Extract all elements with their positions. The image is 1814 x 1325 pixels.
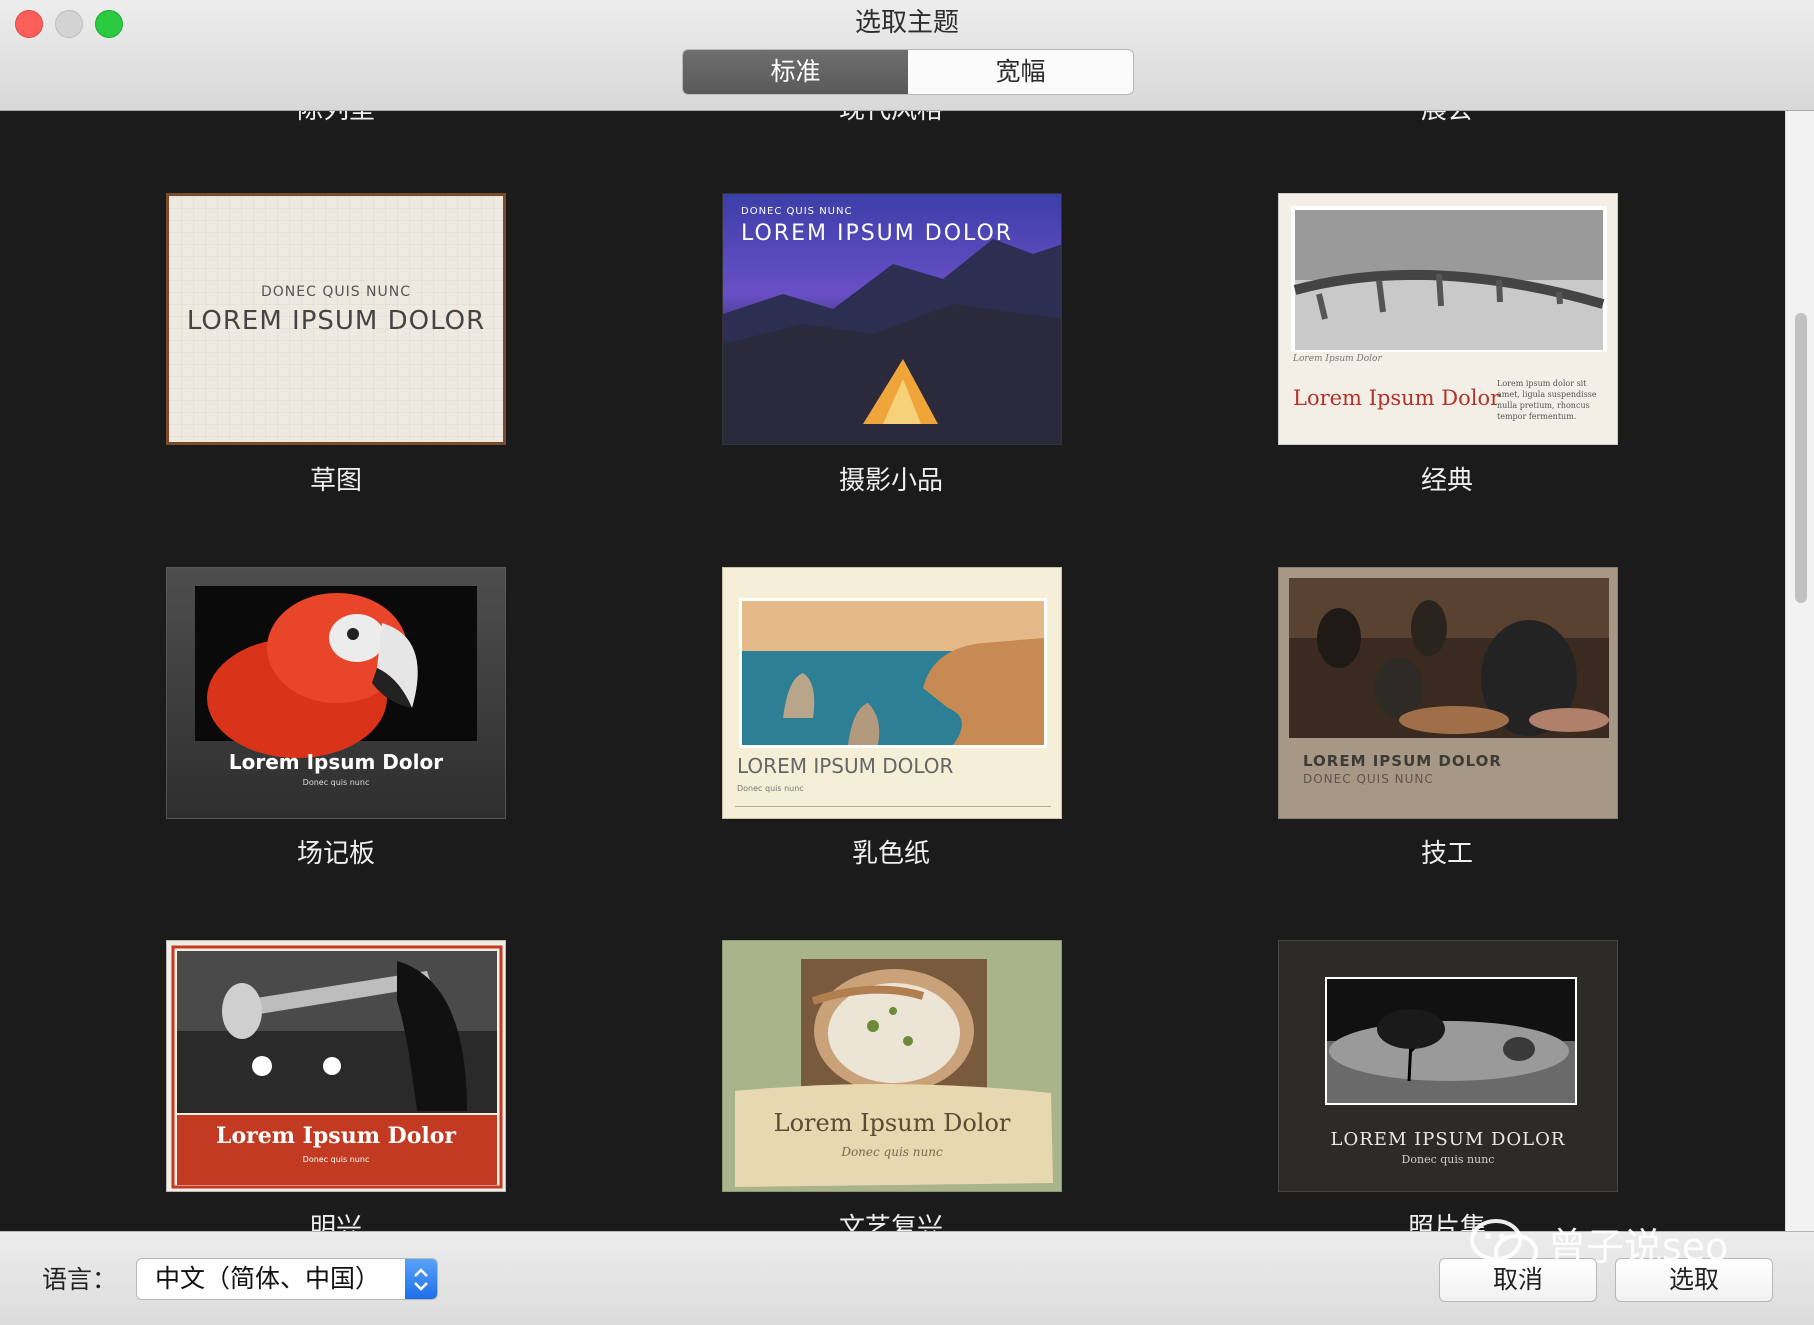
watermark-text: 曾子说seo	[1548, 1225, 1729, 1269]
slide-body-text: Lorem ipsum dolor sit amet, ligula suspe…	[1497, 379, 1597, 421]
slide-subtitle: DONEC QUIS NUNC	[260, 284, 412, 300]
theme-caption[interactable]: 技工	[1237, 837, 1657, 871]
theme-thumbnail-slate[interactable]: Lorem Ipsum Dolor Donec quis nunc	[166, 567, 506, 819]
slide-title: LOREM IPSUM DOLOR	[737, 754, 954, 778]
scrollbar-thumb[interactable]	[1795, 313, 1807, 603]
theme-caption[interactable]: 现代风格	[681, 111, 1101, 127]
theme-caption[interactable]: 文艺复兴	[681, 1211, 1101, 1231]
slide-caption: Lorem Ipsum Dolor	[1293, 354, 1382, 364]
title-bar: 选取主题 标准 宽幅	[0, 0, 1814, 111]
slide-divider	[735, 806, 1051, 807]
theme-caption[interactable]: 场记板	[126, 837, 546, 871]
slide-title: Lorem Ipsum Dolor	[1293, 386, 1501, 410]
theme-caption[interactable]: 摄影小品	[681, 464, 1101, 498]
theme-thumbnail-photo-portfolio[interactable]: LOREM IPSUM DOLOR Donec quis nunc	[1278, 940, 1618, 1192]
slide-subtitle: Donec quis nunc	[737, 784, 804, 793]
theme-caption[interactable]: 明兴	[126, 1211, 546, 1231]
slide-title: Lorem Ipsum Dolor	[228, 750, 444, 774]
theme-thumbnail-bold[interactable]: Lorem Ipsum Dolor Donec quis nunc	[166, 940, 506, 1192]
slide-title: LOREM IPSUM DOLOR	[1330, 1129, 1566, 1150]
slide-subtitle: Donec quis nunc	[841, 1145, 943, 1159]
slide-title: LOREM IPSUM DOLOR	[186, 306, 486, 336]
vertical-scrollbar[interactable]	[1785, 111, 1814, 1231]
slide-title: Lorem Ipsum Dolor	[773, 1109, 1011, 1137]
theme-caption[interactable]: 草图	[126, 464, 546, 498]
theme-caption[interactable]: 乳色纸	[681, 837, 1101, 871]
watermark: 曾子说seo	[1468, 1212, 1768, 1274]
theme-thumbnail-photo-essay[interactable]: DONEC QUIS NUNC LOREM IPSUM DOLOR	[722, 193, 1062, 445]
theme-caption[interactable]: 陈列室	[126, 111, 546, 127]
select-arrows-icon	[405, 1259, 437, 1299]
slide-subtitle: Donec quis nunc	[302, 778, 370, 787]
slide-subtitle: Donec quis nunc	[302, 1155, 370, 1164]
theme-thumbnail-classic[interactable]: Lorem Ipsum Dolor Lorem Ipsum Dolor Lore…	[1278, 193, 1618, 445]
wechat-logo-icon	[1470, 1219, 1538, 1270]
slide-title: LOREM IPSUM DOLOR	[1303, 752, 1502, 770]
sea-cliffs-image	[739, 598, 1047, 748]
language-value: 中文（简体、中国）	[155, 1264, 381, 1293]
language-select[interactable]: 中文（简体、中国）	[136, 1258, 438, 1300]
slide-subtitle: DONEC QUIS NUNC	[741, 206, 853, 217]
theme-thumbnail-cream-paper[interactable]: LOREM IPSUM DOLOR Donec quis nunc	[722, 567, 1062, 819]
theme-grid: 陈列室 现代风格 展会 DONEC QUIS NUNC LOREM IPSUM …	[0, 111, 1785, 1231]
language-label: 语言：	[42, 1265, 118, 1294]
window-title: 选取主题	[854, 8, 959, 38]
slide-title: LOREM IPSUM DOLOR	[741, 221, 1014, 246]
up-down-chevron-icon	[414, 1268, 428, 1291]
segment-standard[interactable]: 标准	[683, 50, 908, 94]
slide-subtitle: DONEC QUIS NUNC	[1303, 772, 1434, 786]
theme-caption[interactable]: 展会	[1237, 111, 1657, 127]
theme-thumbnail-sketch[interactable]: DONEC QUIS NUNC LOREM IPSUM DOLOR	[166, 193, 506, 445]
theme-thumbnail-renaissance[interactable]: Lorem Ipsum Dolor Donec quis nunc	[722, 940, 1062, 1192]
theme-thumbnail-artisan[interactable]: LOREM IPSUM DOLOR DONEC QUIS NUNC	[1278, 567, 1618, 819]
size-segmented-control: 标准 宽幅	[682, 49, 1134, 95]
segment-wide[interactable]: 宽幅	[908, 50, 1133, 94]
slide-subtitle: Donec quis nunc	[1401, 1153, 1495, 1166]
theme-caption[interactable]: 经典	[1237, 464, 1657, 498]
slide-title: Lorem Ipsum Dolor	[215, 1123, 457, 1149]
